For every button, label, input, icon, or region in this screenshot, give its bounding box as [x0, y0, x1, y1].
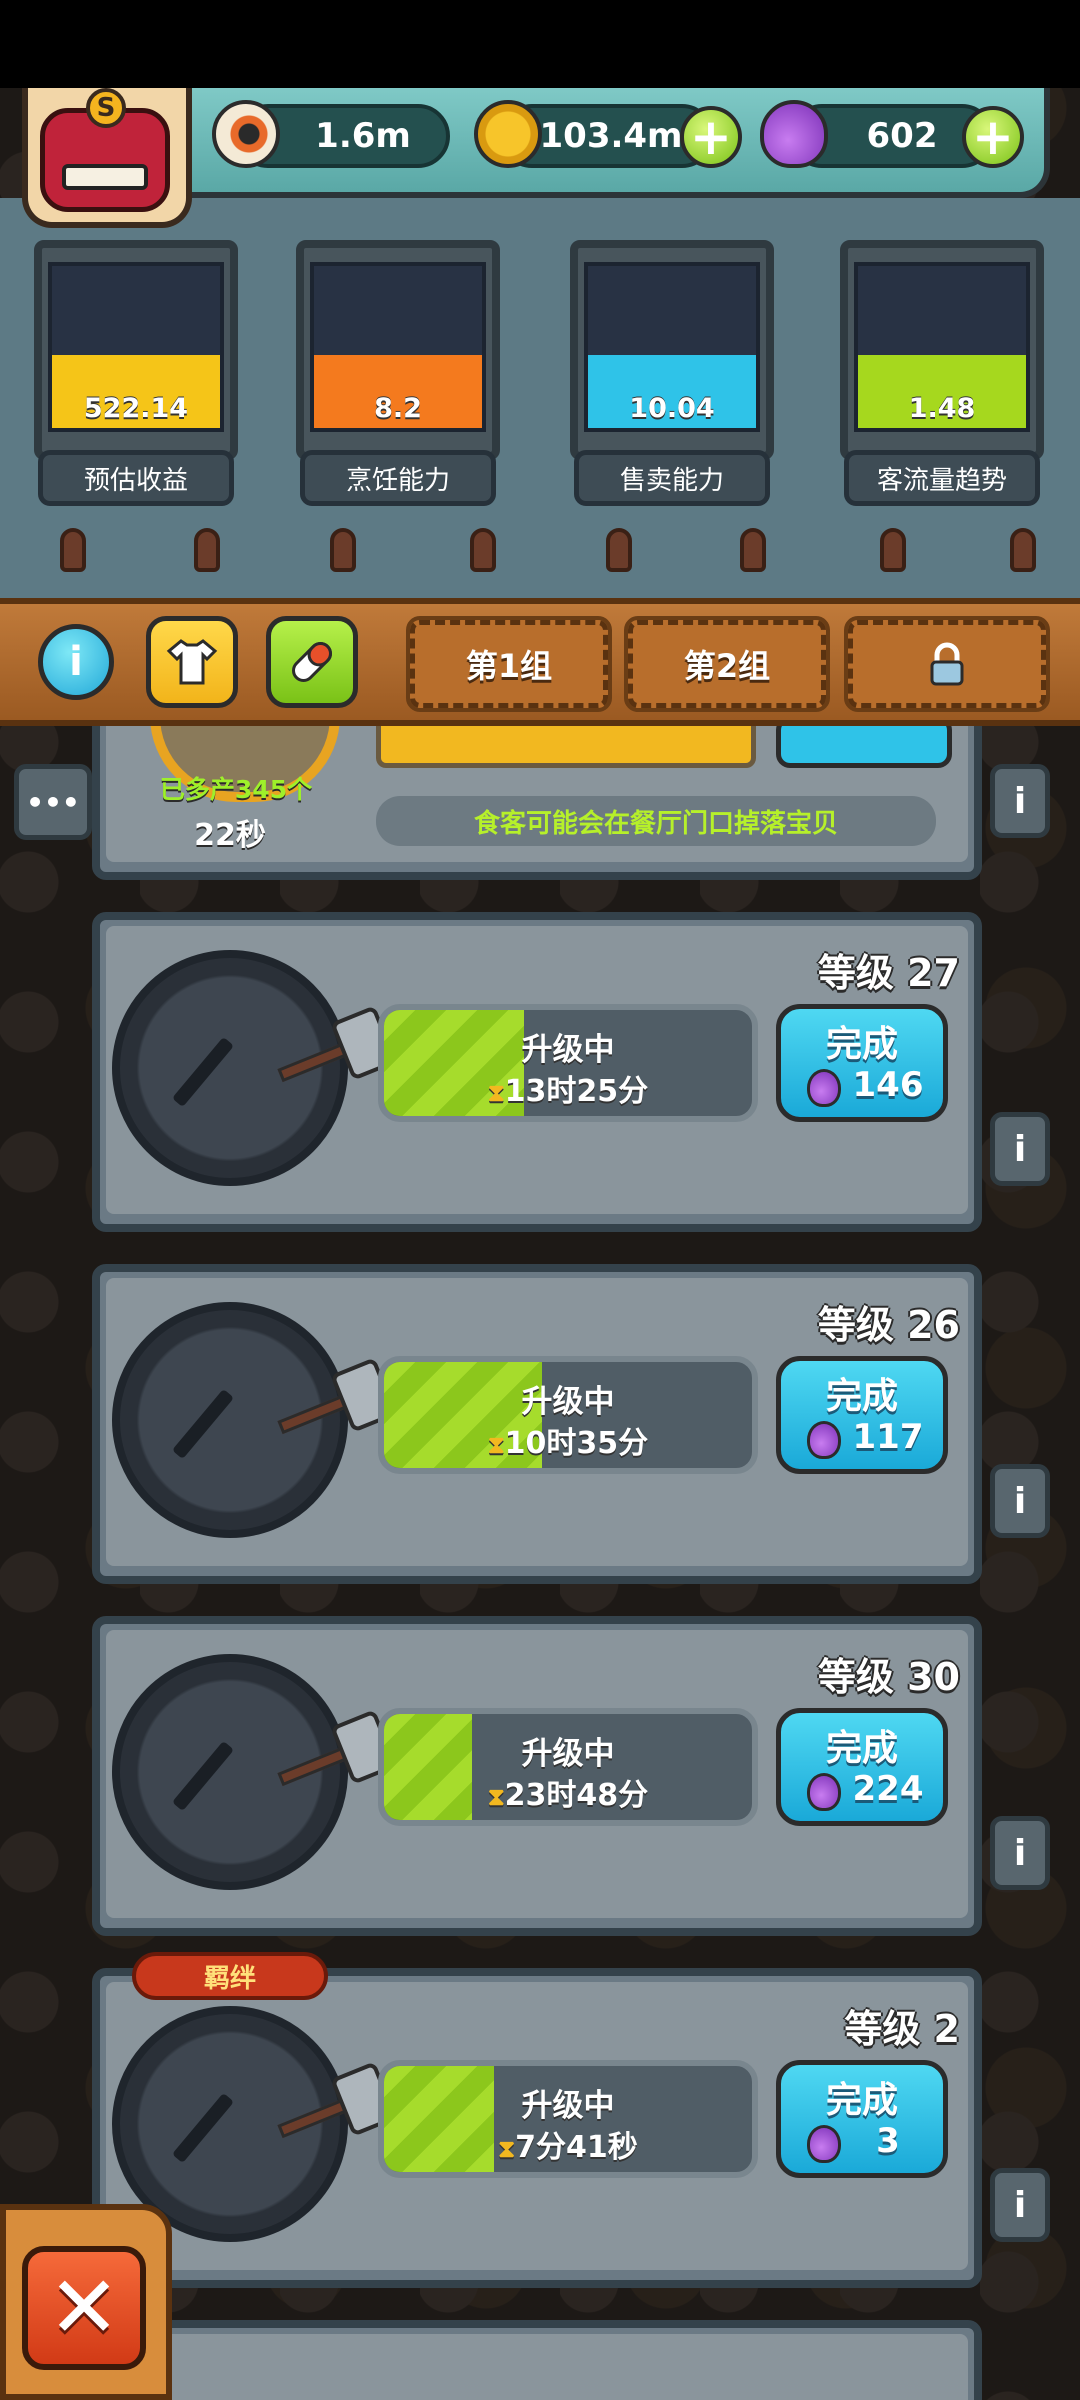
- pipe-decoration: [60, 528, 86, 572]
- upgrade-time: ⧗10时35分: [384, 1418, 752, 1462]
- eyeball-value: 1.6m: [315, 116, 411, 156]
- info-button[interactable]: i: [38, 624, 114, 700]
- finish-now-button[interactable]: 完成 3: [776, 2060, 948, 2178]
- potion-value: 602: [866, 116, 938, 156]
- extra-produced-text: 已多产345个: [159, 775, 313, 804]
- stat-label-traffic: 客流量趋势: [844, 450, 1040, 506]
- card-info-button[interactable]: i: [990, 1816, 1050, 1890]
- pipe-decoration: [1010, 528, 1036, 572]
- status-bar: [0, 0, 1080, 88]
- pipe-decoration: [470, 528, 496, 572]
- card-info-button[interactable]: i: [990, 1112, 1050, 1186]
- outfit-button[interactable]: [146, 616, 238, 708]
- level-label: 等级 2: [844, 2007, 960, 2051]
- upgrade-time-value: 13时25分: [504, 1074, 649, 1109]
- stat-label-selling: 售卖能力: [574, 450, 770, 506]
- upgrade-time-value: 7分41秒: [515, 2130, 638, 2165]
- card-inner: [106, 2334, 968, 2400]
- hourglass-icon: ⧗: [487, 1431, 505, 1459]
- eyeball-icon: [212, 100, 280, 168]
- partial-card-info-button[interactable]: i: [990, 764, 1050, 838]
- gauge-traffic: 1.48: [854, 262, 1030, 432]
- coin-value: 103.4m: [539, 116, 683, 156]
- hourglass-icon: ⧗: [498, 2135, 516, 2163]
- upgrade-status: 升级中: [521, 1736, 615, 1772]
- pipe-decoration: [330, 528, 356, 572]
- close-icon: ✕: [47, 2258, 121, 2358]
- gauge-cooking: 8.2: [310, 262, 486, 432]
- pipe-decoration: [880, 528, 906, 572]
- finish-label: 完成: [825, 2080, 898, 2121]
- upgrade-progress: 升级中 ⧗7分41秒: [378, 2060, 758, 2178]
- upgrade-progress: 升级中 ⧗13时25分: [378, 1004, 758, 1122]
- hourglass-icon: ⧗: [487, 1783, 505, 1811]
- hourglass-icon: ⧗: [487, 1079, 505, 1107]
- gauge-value: 1.48: [908, 393, 976, 424]
- level-label: 等级 30: [817, 1655, 960, 1699]
- level-label: 等级 27: [817, 951, 960, 995]
- avatar-rank-badge: S: [86, 88, 126, 128]
- hint-text: 食客可能会在餐厅门口掉落宝贝: [376, 796, 936, 846]
- info-icon: i: [69, 639, 83, 685]
- shirt-icon: [166, 639, 218, 685]
- stat-label-revenue: 预估收益: [38, 450, 234, 506]
- close-button[interactable]: ✕: [22, 2246, 146, 2370]
- coin-icon: [474, 100, 542, 168]
- potion-icon: [760, 100, 828, 168]
- gauge-revenue: 522.14: [48, 262, 224, 432]
- gauge-value: 8.2: [374, 393, 422, 424]
- tab-group-locked[interactable]: [844, 616, 1050, 712]
- bond-badge: 羁绊: [132, 1952, 328, 2000]
- finish-cost: 224: [852, 1769, 924, 1809]
- finish-cost: 117: [852, 1417, 924, 1457]
- pipe-decoration: [194, 528, 220, 572]
- finish-now-button[interactable]: 完成 146: [776, 1004, 948, 1122]
- finish-now-button[interactable]: 完成 224: [776, 1708, 948, 1826]
- tab-group-1[interactable]: 第1组: [406, 616, 612, 712]
- finish-cost: 146: [852, 1065, 924, 1105]
- avatar-teeth-icon: [62, 164, 148, 190]
- finish-cost: 3: [876, 2121, 900, 2161]
- add-coins-button[interactable]: +: [680, 106, 742, 168]
- upgrade-status: 升级中: [521, 1032, 615, 1068]
- level-label: 等级 26: [817, 1303, 960, 1347]
- pill-icon: [292, 642, 332, 682]
- finish-label: 完成: [825, 1728, 898, 1769]
- pipe-decoration: [606, 528, 632, 572]
- upgrade-time-value: 10时35分: [504, 1426, 649, 1461]
- add-potions-button[interactable]: +: [962, 106, 1024, 168]
- upgrade-card-partial: [92, 2320, 982, 2400]
- card-info-button[interactable]: i: [990, 1464, 1050, 1538]
- upgrade-time: ⧗23时48分: [384, 1770, 752, 1814]
- card-info-button[interactable]: i: [990, 2168, 1050, 2242]
- upgrade-time: ⧗13时25分: [384, 1066, 752, 1110]
- finish-now-button[interactable]: 完成 117: [776, 1356, 948, 1474]
- upgrade-status: 升级中: [521, 2088, 615, 2124]
- finish-label: 完成: [825, 1024, 898, 1065]
- upgrade-time: ⧗7分41秒: [384, 2122, 752, 2166]
- upgrade-status: 升级中: [521, 1384, 615, 1420]
- stat-label-cooking: 烹饪能力: [300, 450, 496, 506]
- gauge-value: 10.04: [629, 393, 715, 424]
- upgrade-time-value: 23时48分: [504, 1778, 649, 1813]
- pipe-decoration: [740, 528, 766, 572]
- upgrade-progress: 升级中 ⧗23时48分: [378, 1708, 758, 1826]
- finish-label: 完成: [825, 1376, 898, 1417]
- partial-timer: 22秒: [194, 818, 266, 853]
- gauge-selling: 10.04: [584, 262, 760, 432]
- more-options-button[interactable]: •••: [14, 764, 92, 840]
- boost-button[interactable]: [266, 616, 358, 708]
- tab-group-2[interactable]: 第2组: [624, 616, 830, 712]
- upgrade-progress: 升级中 ⧗10时35分: [378, 1356, 758, 1474]
- gauge-value: 522.14: [83, 393, 189, 424]
- lock-icon: [930, 642, 964, 686]
